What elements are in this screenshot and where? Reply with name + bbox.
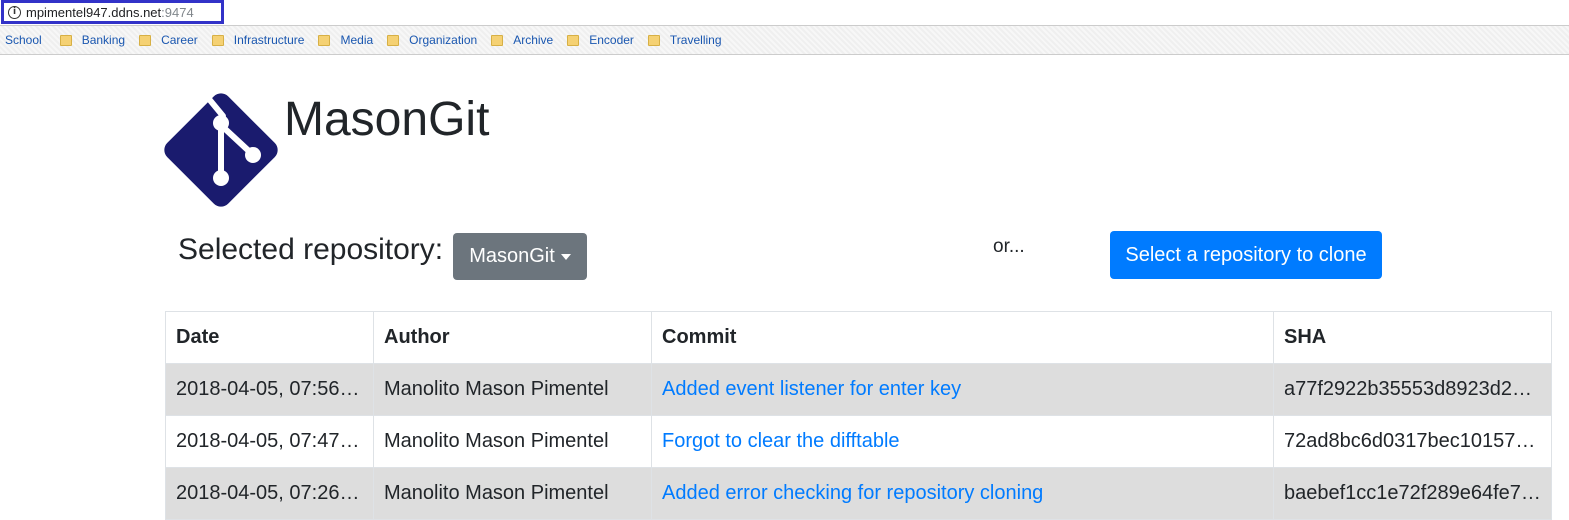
table-row: 2018-04-05, 07:56:38 Manolito Mason Pime… (165, 363, 1552, 416)
commit-sha: 72ad8bc6d0317bec101577… (1273, 415, 1552, 468)
commit-message-link[interactable]: Forgot to clear the difftable (662, 430, 900, 452)
url-port: :9474 (161, 4, 194, 20)
git-logo-icon (164, 93, 278, 207)
commit-message-cell: Forgot to clear the difftable (651, 415, 1274, 468)
commits-table: Date Author Commit SHA 2018-04-05, 07:56… (165, 311, 1552, 520)
commit-author: Manolito Mason Pimentel (373, 415, 652, 468)
column-header-commit[interactable]: Commit (651, 311, 1274, 364)
table-row: 2018-04-05, 07:47:48 Manolito Mason Pime… (165, 415, 1552, 468)
selected-repository-label: Selected repository: (178, 233, 444, 266)
bookmark-folder-archive[interactable]: Archive (491, 33, 553, 47)
bookmark-folder-infrastructure[interactable]: Infrastructure (211, 33, 305, 47)
folder-icon (59, 34, 72, 46)
brand-title: MasonGit (284, 93, 490, 146)
commit-message-link[interactable]: Added error checking for repository clon… (662, 482, 1043, 504)
url-field[interactable]: i mpimentel947.ddns.net:9474 (1, 0, 224, 24)
table-header-row: Date Author Commit SHA (165, 311, 1552, 364)
commit-sha: baebef1cc1e72f289e64fe7… (1273, 467, 1552, 520)
bookmark-folder-banking[interactable]: Banking (59, 33, 126, 47)
bookmark-label: Banking (81, 33, 126, 47)
address-bar: i mpimentel947.ddns.net:9474 (0, 0, 1569, 25)
caret-down-icon (560, 253, 571, 260)
folder-icon (211, 34, 224, 46)
bookmark-folder-encoder[interactable]: Encoder (567, 33, 634, 47)
bookmark-label: Organization (409, 33, 478, 47)
or-text: or... (993, 236, 1025, 257)
bookmark-school[interactable]: School (5, 33, 42, 47)
bookmark-folder-career[interactable]: Career (139, 33, 198, 47)
commit-message-link[interactable]: Added event listener for enter key (662, 378, 961, 400)
commit-date: 2018-04-05, 07:47:48 (165, 415, 374, 468)
table-row: 2018-04-05, 07:26:44 Manolito Mason Pime… (165, 467, 1552, 520)
bookmark-label: Archive (513, 33, 554, 47)
commit-message-cell: Added event listener for enter key (651, 363, 1274, 416)
column-header-sha[interactable]: SHA (1273, 311, 1552, 364)
folder-icon (647, 34, 660, 46)
commit-message-cell: Added error checking for repository clon… (651, 467, 1274, 520)
commit-author: Manolito Mason Pimentel (373, 363, 652, 416)
commit-date: 2018-04-05, 07:56:38 (165, 363, 374, 416)
url-host: mpimentel947.ddns.net (26, 4, 162, 20)
column-header-author[interactable]: Author (373, 311, 652, 364)
commit-date: 2018-04-05, 07:26:44 (165, 467, 374, 520)
bookmarks-bar: School Banking Career Infrastructure Med… (0, 25, 1569, 55)
bookmark-label: Encoder (589, 33, 634, 47)
bookmark-folder-media[interactable]: Media (318, 33, 373, 47)
bookmark-label: Media (340, 33, 374, 47)
bookmark-folder-organization[interactable]: Organization (387, 33, 477, 47)
folder-icon (387, 34, 400, 46)
bookmark-label: School (5, 33, 42, 47)
bookmark-label: Infrastructure (233, 33, 305, 47)
bookmark-folder-travelling[interactable]: Travelling (647, 33, 722, 47)
commit-author: Manolito Mason Pimentel (373, 467, 652, 520)
commit-sha: a77f2922b35553d8923d20… (1273, 363, 1552, 416)
folder-icon (491, 34, 504, 46)
column-header-date[interactable]: Date (165, 311, 374, 364)
info-icon[interactable]: i (8, 5, 21, 19)
folder-icon (139, 34, 152, 46)
bookmark-label: Career (161, 33, 198, 47)
folder-icon (567, 34, 580, 46)
bookmark-label: Travelling (669, 33, 722, 47)
repository-dropdown[interactable]: MasonGit (453, 233, 587, 280)
clone-repository-button[interactable]: Select a repository to clone (1110, 231, 1382, 279)
repository-dropdown-value: MasonGit (469, 245, 555, 267)
folder-icon (318, 34, 331, 46)
